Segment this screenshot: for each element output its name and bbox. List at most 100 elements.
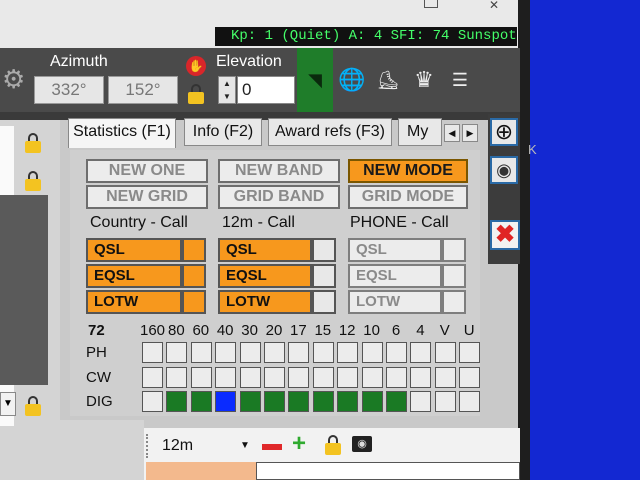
band-mode-cell[interactable] <box>264 367 285 388</box>
lock-icon[interactable] <box>24 396 42 416</box>
band-header: 4 <box>416 322 425 339</box>
band-mode-cell[interactable] <box>361 342 383 363</box>
tab-my-station[interactable]: My S <box>398 118 442 146</box>
band-mode-cell[interactable] <box>434 342 456 363</box>
gear-icon[interactable]: ⚙ <box>2 66 28 92</box>
mode-lotw-button[interactable]: LOTW <box>348 290 442 314</box>
band-mode-cell[interactable] <box>459 367 481 388</box>
grid-mode-button[interactable]: GRID MODE <box>348 185 468 209</box>
band-mode-cell[interactable] <box>288 367 310 388</box>
band-mode-cell[interactable] <box>386 342 407 363</box>
band-mode-cell[interactable] <box>190 367 212 388</box>
band-mode-cell[interactable] <box>288 391 310 412</box>
band-mode-cell[interactable] <box>459 391 481 412</box>
new-mode-button[interactable]: NEW MODE <box>348 159 468 183</box>
mode-eqsl-button[interactable]: EQSL <box>348 264 442 288</box>
band-mode-cell[interactable] <box>386 391 407 412</box>
signal-icon[interactable]: ◥ <box>297 48 333 112</box>
tab-scroll-left-icon[interactable]: ◀ <box>444 124 460 142</box>
globe-icon[interactable]: ◉ <box>490 156 518 184</box>
band-mode-cell[interactable] <box>239 367 261 388</box>
band-mode-cell[interactable] <box>264 391 285 412</box>
mode-lotw-toggle[interactable] <box>442 290 466 314</box>
azimuth-field-2[interactable]: 152° <box>108 76 178 104</box>
band-mode-cell[interactable] <box>410 367 432 388</box>
elevation-input[interactable]: 0 <box>237 76 295 104</box>
country-lotw-button[interactable]: LOTW <box>86 290 182 314</box>
band-eqsl-toggle[interactable] <box>312 264 336 288</box>
band-mode-cell[interactable] <box>288 342 310 363</box>
mode-qsl-toggle[interactable] <box>442 238 466 262</box>
tab-scroll-right-icon[interactable]: ▶ <box>462 124 478 142</box>
add-icon[interactable]: + <box>292 432 306 456</box>
lock-icon[interactable] <box>187 84 205 104</box>
maximize-icon[interactable] <box>424 0 438 8</box>
country-eqsl-button[interactable]: EQSL <box>86 264 182 288</box>
band-mode-cell[interactable] <box>337 391 359 412</box>
close-panel-icon[interactable]: ✖ <box>490 220 520 250</box>
tab-info[interactable]: Info (F2) <box>184 118 262 146</box>
band-mode-cell[interactable] <box>410 342 432 363</box>
band-lotw-button[interactable]: LOTW <box>218 290 312 314</box>
band-lotw-toggle[interactable] <box>312 290 336 314</box>
band-mode-cell[interactable] <box>142 342 163 363</box>
band-mode-cell[interactable] <box>459 342 481 363</box>
server-icon[interactable]: ☰ <box>446 66 474 94</box>
band-mode-cell[interactable] <box>410 391 432 412</box>
band-mode-cell[interactable] <box>312 367 334 388</box>
country-lotw-toggle[interactable] <box>182 290 206 314</box>
elevation-spinner[interactable]: ▲ ▼ <box>218 76 236 104</box>
chevron-down-icon[interactable]: ▼ <box>0 392 16 416</box>
band-mode-cell[interactable] <box>190 391 212 412</box>
globe-icon[interactable]: 🌐 <box>338 66 366 94</box>
band-mode-cell[interactable] <box>215 391 237 412</box>
chevron-down-icon[interactable]: ▼ <box>240 434 250 458</box>
band-mode-cell[interactable] <box>434 367 456 388</box>
lock-icon[interactable] <box>24 133 42 153</box>
band-mode-cell[interactable] <box>361 391 383 412</box>
band-mode-cell[interactable] <box>215 342 237 363</box>
camera-icon[interactable]: ◉ <box>352 436 372 452</box>
lock-icon[interactable] <box>24 171 42 191</box>
band-mode-cell[interactable] <box>215 367 237 388</box>
satellite-icon[interactable]: ⛸ <box>374 66 402 94</box>
tab-award-refs[interactable]: Award refs (F3) <box>268 118 392 146</box>
grid-band-button[interactable]: GRID BAND <box>218 185 340 209</box>
azimuth-field-1[interactable]: 332° <box>34 76 104 104</box>
band-header: U <box>463 322 475 339</box>
band-qsl-toggle[interactable] <box>312 238 336 262</box>
band-mode-cell[interactable] <box>142 367 163 388</box>
band-mode-cell[interactable] <box>312 342 334 363</box>
mode-eqsl-toggle[interactable] <box>442 264 466 288</box>
band-mode-cell[interactable] <box>239 342 261 363</box>
band-mode-cell[interactable] <box>434 391 456 412</box>
country-eqsl-toggle[interactable] <box>182 264 206 288</box>
remove-icon[interactable] <box>262 444 282 450</box>
band-mode-cell[interactable] <box>239 391 261 412</box>
band-mode-cell[interactable] <box>142 391 163 412</box>
band-mode-cell[interactable] <box>166 367 188 388</box>
mode-qsl-button[interactable]: QSL <box>348 238 442 262</box>
new-one-button[interactable]: NEW ONE <box>86 159 208 183</box>
new-grid-button[interactable]: NEW GRID <box>86 185 208 209</box>
band-mode-cell[interactable] <box>312 391 334 412</box>
crown-icon[interactable]: ♛ <box>410 66 438 94</box>
add-icon[interactable]: ⊕ <box>490 118 518 146</box>
new-band-button[interactable]: NEW BAND <box>218 159 340 183</box>
band-mode-cell[interactable] <box>190 342 212 363</box>
band-mode-cell[interactable] <box>166 391 188 412</box>
band-mode-cell[interactable] <box>361 367 383 388</box>
band-mode-cell[interactable] <box>337 342 359 363</box>
band-mode-cell[interactable] <box>166 342 188 363</box>
lock-icon[interactable] <box>324 435 342 455</box>
stop-hand-icon[interactable]: ✋ <box>186 56 206 76</box>
band-mode-cell[interactable] <box>337 367 359 388</box>
close-icon[interactable]: ✕ <box>486 0 502 11</box>
band-mode-cell[interactable] <box>386 367 407 388</box>
country-qsl-button[interactable]: QSL <box>86 238 182 262</box>
band-eqsl-button[interactable]: EQSL <box>218 264 312 288</box>
country-qsl-toggle[interactable] <box>182 238 206 262</box>
band-mode-cell[interactable] <box>264 342 285 363</box>
tab-statistics[interactable]: Statistics (F1) <box>68 118 176 148</box>
band-qsl-button[interactable]: QSL <box>218 238 312 262</box>
